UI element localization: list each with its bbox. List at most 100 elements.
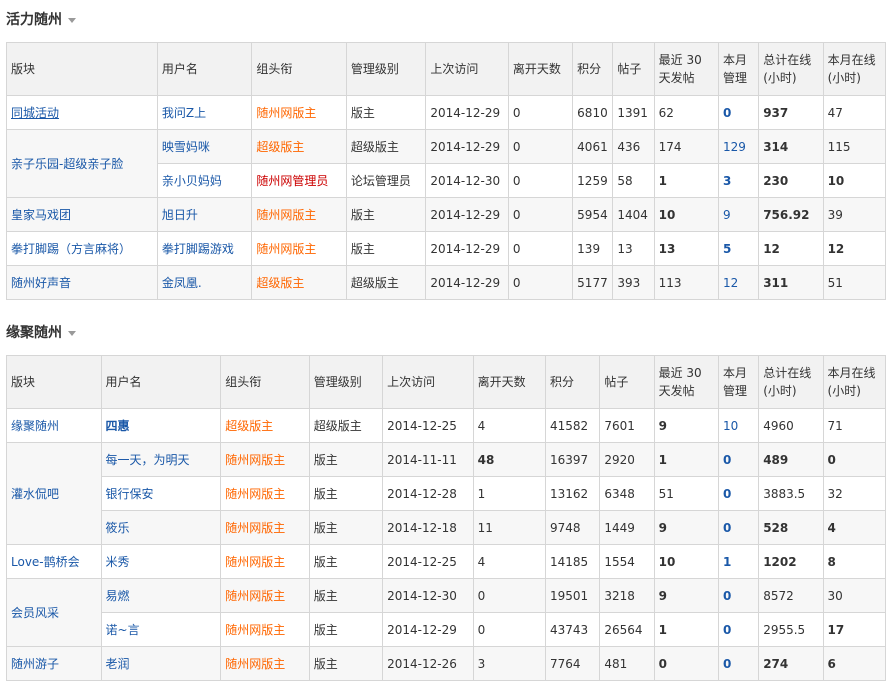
group-title-link[interactable]: 超级版主 — [256, 140, 304, 154]
forum-cell: 同城活动 — [6, 95, 158, 130]
recent-posts: 9 — [658, 588, 667, 603]
username-link[interactable]: 亲小贝妈妈 — [162, 174, 222, 188]
group-title-link[interactable]: 随州网管理员 — [256, 174, 328, 188]
posts: 1449 — [604, 520, 635, 535]
last-visit: 2014-12-28 — [387, 486, 457, 501]
col-header-posts: 帖子 — [612, 42, 655, 96]
group-title-link[interactable]: 随州网版主 — [225, 623, 285, 637]
admin-level: 超级版主 — [350, 140, 399, 154]
group-title-link[interactable]: 超级版主 — [256, 276, 304, 290]
username-link[interactable]: 四惠 — [106, 419, 130, 433]
group-title-link[interactable]: 随州网版主 — [225, 657, 285, 671]
admin-level: 版主 — [313, 589, 338, 603]
section-title-yuanju[interactable]: 缘聚随州 — [6, 322, 76, 342]
username-link[interactable]: 银行保安 — [106, 487, 154, 501]
posts-cell: 13 — [612, 231, 655, 266]
last-visit-cell: 2014-12-29 — [425, 231, 509, 266]
forum-link[interactable]: 拳打脚踢（方言麻将） — [11, 242, 131, 256]
collapse-caret-icon[interactable] — [68, 330, 76, 336]
recent-posts: 113 — [658, 275, 682, 290]
month-manage-cell: 0 — [717, 95, 760, 130]
username-link[interactable]: 筱乐 — [106, 521, 130, 535]
username-link[interactable]: 每一天，为明天 — [106, 453, 190, 467]
forum-cell: 随州好声音 — [6, 265, 158, 300]
recent-posts: 13 — [658, 241, 676, 256]
month-online: 71 — [827, 418, 843, 433]
points: 13162 — [550, 486, 589, 501]
username-link-cell: 四惠 — [100, 408, 222, 443]
section-title-huoli[interactable]: 活力随州 — [6, 9, 76, 29]
group-title-link-cell: 随州网版主 — [220, 476, 310, 511]
days-away: 11 — [477, 520, 493, 535]
forum-link[interactable]: 随州游子 — [11, 657, 59, 671]
last-visit: 2014-12-29 — [430, 105, 501, 120]
month-manage-cell: 10 — [717, 408, 760, 443]
total-online-cell: 274 — [758, 646, 824, 681]
month-online-cell: 30 — [822, 578, 887, 613]
days-away-cell: 3 — [472, 646, 547, 681]
points-cell: 5177 — [572, 265, 614, 300]
admin-level-cell: 版主 — [308, 442, 384, 477]
forum-link[interactable]: 会员风采 — [11, 606, 59, 620]
username-link[interactable]: 易燃 — [106, 589, 130, 603]
group-title-link[interactable]: 随州网版主 — [225, 487, 285, 501]
collapse-caret-icon[interactable] — [68, 17, 76, 23]
month-online-cell: 8 — [822, 544, 887, 579]
username-link[interactable]: 拳打脚踢游戏 — [162, 242, 234, 256]
month-online-cell: 0 — [822, 442, 887, 477]
admin-level-cell: 版主 — [308, 612, 384, 647]
admin-level-cell: 版主 — [308, 544, 384, 579]
points: 19501 — [550, 588, 589, 603]
total-online: 3883.5 — [763, 486, 806, 501]
col-header-group-title: 组头衔 — [220, 355, 310, 409]
group-title-link[interactable]: 随州网版主 — [256, 208, 316, 222]
table-header-row: 版块 用户名 组头衔 管理级别 上次访问 离开天数 积分 帖子 最近 30 天发… — [6, 42, 887, 96]
group-title-link[interactable]: 随州网版主 — [225, 555, 285, 569]
forum-link[interactable]: 随州好声音 — [11, 276, 71, 290]
col-header-points: 积分 — [545, 355, 601, 409]
last-visit: 2014-12-29 — [430, 139, 501, 154]
points-cell: 6810 — [572, 95, 614, 130]
group-title-link[interactable]: 随州网版主 — [225, 521, 285, 535]
username-link[interactable]: 旭日升 — [162, 208, 198, 222]
forum-link[interactable]: 灌水侃吧 — [11, 487, 59, 501]
total-online: 4960 — [763, 418, 794, 433]
group-title-link[interactable]: 随州网版主 — [225, 453, 285, 467]
recent-posts: 1 — [658, 622, 667, 637]
forum-link[interactable]: 亲子乐园-超级亲子脸 — [11, 157, 123, 171]
forum-link[interactable]: 同城活动 — [11, 106, 59, 120]
last-visit: 2014-12-26 — [387, 656, 457, 671]
days-away-cell: 4 — [472, 544, 547, 579]
group-title-link[interactable]: 随州网版主 — [256, 242, 316, 256]
month-manage: 129 — [722, 139, 746, 154]
posts: 26564 — [604, 622, 643, 637]
recent-posts: 9 — [658, 520, 667, 535]
admin-level-cell: 版主 — [308, 510, 384, 545]
points-cell: 16397 — [545, 442, 601, 477]
last-visit: 2014-12-29 — [430, 275, 501, 290]
recent-posts-cell: 10 — [653, 197, 719, 232]
username-link[interactable]: 米秀 — [106, 555, 130, 569]
last-visit-cell: 2014-12-28 — [382, 476, 474, 511]
recent-posts-cell: 113 — [653, 265, 719, 300]
admin-level-cell: 超级版主 — [345, 265, 427, 300]
username-link[interactable]: 我问Z上 — [162, 106, 206, 120]
month-online-cell: 51 — [822, 265, 887, 300]
forum-link[interactable]: 缘聚随州 — [11, 419, 59, 433]
username-link[interactable]: 老润 — [106, 657, 130, 671]
days-away-cell: 11 — [472, 510, 547, 545]
admin-level: 版主 — [313, 453, 338, 467]
forum-link[interactable]: Love-鹊桥会 — [11, 555, 80, 569]
group-title-link[interactable]: 随州网版主 — [256, 106, 316, 120]
forum-link[interactable]: 皇家马戏团 — [11, 208, 71, 222]
month-online: 32 — [827, 486, 843, 501]
group-title-link[interactable]: 随州网版主 — [225, 589, 285, 603]
month-online: 39 — [827, 207, 843, 222]
total-online: 230 — [763, 173, 789, 188]
username-link[interactable]: 映雪妈咪 — [162, 140, 210, 154]
days-away-cell: 0 — [507, 129, 574, 164]
username-link[interactable]: 诺~言 — [106, 623, 140, 637]
username-link[interactable]: 金凤凰. — [162, 276, 202, 290]
admin-level: 版主 — [350, 208, 375, 222]
group-title-link[interactable]: 超级版主 — [225, 419, 273, 433]
